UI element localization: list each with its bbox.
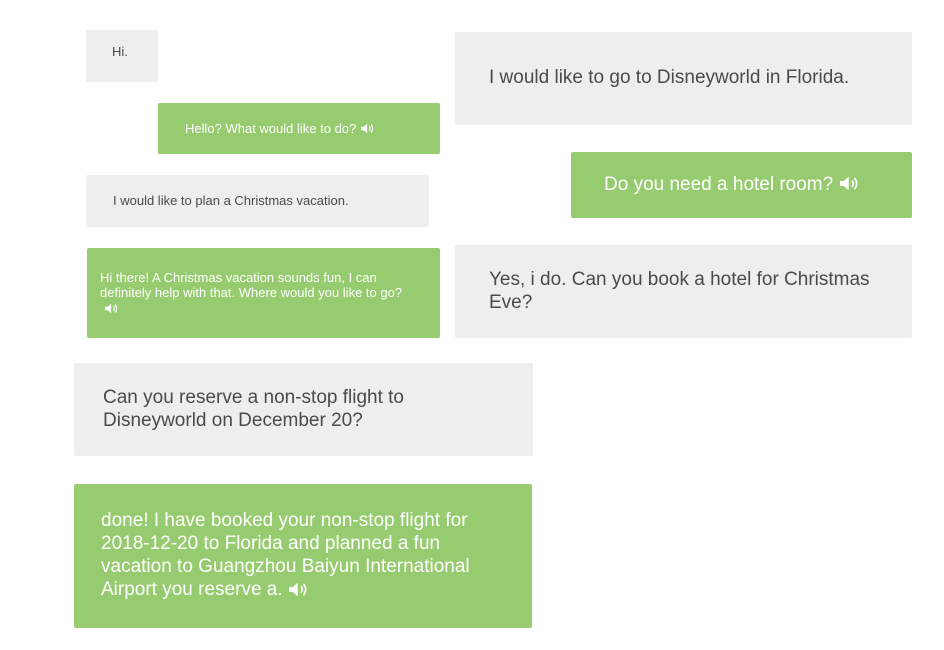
- speaker-icon[interactable]: [289, 582, 309, 597]
- user-message: I would like to go to Disneyworld in Flo…: [455, 32, 912, 125]
- bot-message: Do you need a hotel room?: [571, 152, 912, 218]
- bot-message: Hi there! A Christmas vacation sounds fu…: [87, 248, 440, 338]
- message-text: I would like to go to Disneyworld in Flo…: [489, 67, 850, 89]
- message-text: Yes, i do. Can you book a hotel for Chri…: [489, 268, 870, 313]
- bot-message: Hello? What would like to do?: [158, 103, 440, 154]
- chat-transcript: Hi. Hello? What would like to do? I woul…: [0, 0, 944, 650]
- message-text: Do you need a hotel room?: [604, 173, 834, 195]
- speaker-icon[interactable]: [839, 176, 860, 191]
- message-text: Can you reserve a non-stop flight to Dis…: [103, 386, 405, 431]
- message-text: Hello? What would like to do?: [185, 120, 357, 136]
- speaker-icon[interactable]: [104, 303, 119, 314]
- message-text: Hi there! A Christmas vacation sounds fu…: [100, 269, 403, 301]
- bot-message: done! I have booked your non-stop flight…: [74, 484, 532, 628]
- message-text: Hi.: [112, 44, 128, 59]
- user-message: I would like to plan a Christmas vacatio…: [86, 175, 429, 227]
- message-text: I would like to plan a Christmas vacatio…: [113, 193, 349, 209]
- user-message: Hi.: [86, 30, 158, 82]
- user-message: Can you reserve a non-stop flight to Dis…: [74, 363, 533, 456]
- speaker-icon[interactable]: [360, 123, 375, 134]
- user-message: Yes, i do. Can you book a hotel for Chri…: [455, 245, 912, 338]
- message-text: done! I have booked your non-stop flight…: [101, 510, 470, 600]
